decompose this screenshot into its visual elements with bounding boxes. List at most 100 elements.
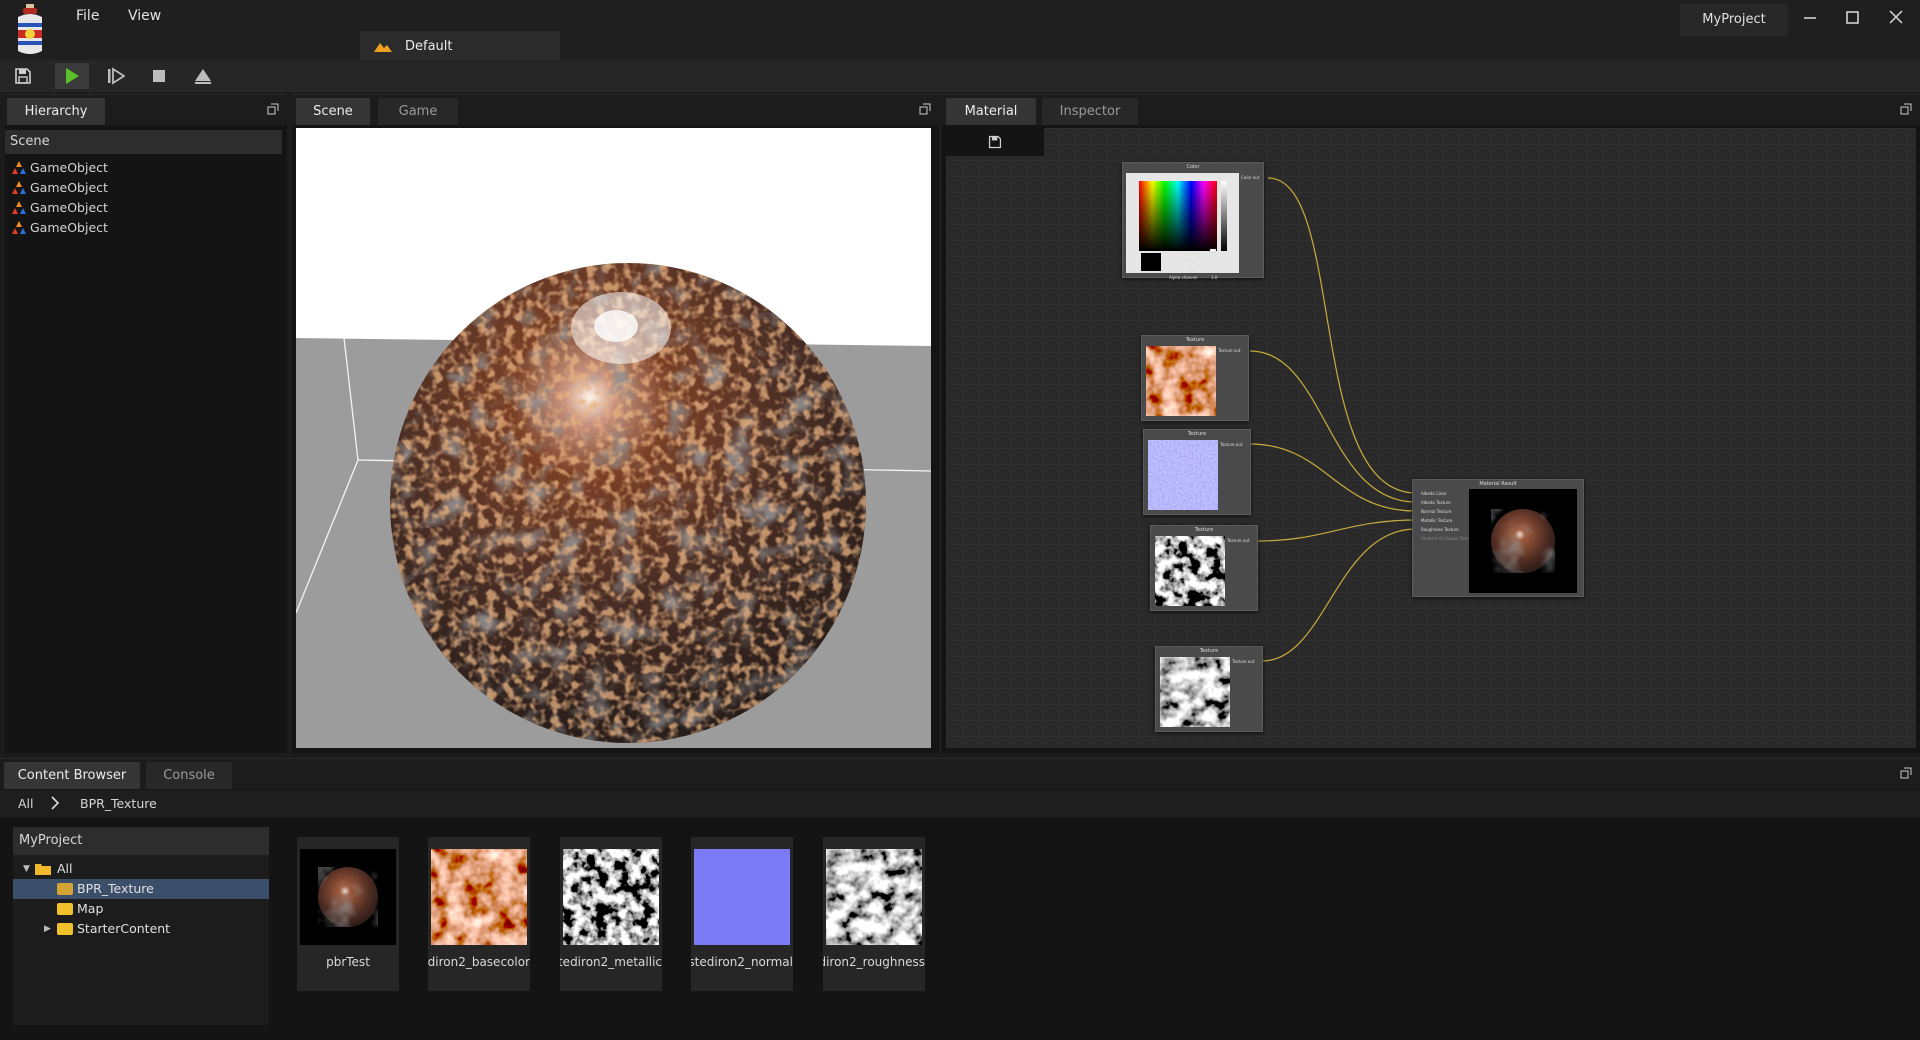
hierarchy-tabstrip: Hierarchy	[5, 95, 287, 125]
basecolor-preview	[1146, 346, 1216, 416]
app-logo	[12, 3, 48, 57]
gameobject-icon	[12, 181, 26, 195]
texture-out-port[interactable]: Texture out	[1232, 659, 1254, 664]
stop-button[interactable]	[142, 63, 176, 89]
play-button[interactable]	[55, 63, 89, 89]
layout-tab-label: Default	[405, 39, 453, 54]
breadcrumb-all[interactable]: All	[18, 796, 34, 811]
hierarchy-item[interactable]: GameObject	[8, 198, 278, 218]
popout-icon[interactable]	[267, 103, 279, 115]
input-metallic-texture[interactable]: Metallic Texture	[1421, 518, 1452, 523]
tree-item-all[interactable]: ▼ All	[13, 859, 269, 879]
hierarchy-list: GameObject GameObject GameObject GameObj…	[8, 158, 278, 238]
save-icon	[988, 135, 1002, 149]
landscape-icon	[374, 40, 392, 52]
hierarchy-item[interactable]: GameObject	[8, 218, 278, 238]
tab-material[interactable]: Material	[946, 98, 1036, 125]
asset-label: rustediron2_normal	[691, 955, 793, 969]
popout-icon[interactable]	[1900, 767, 1912, 779]
texture-node-roughness[interactable]: Texture Texture out	[1155, 646, 1263, 732]
color-value-red[interactable]: 0	[1212, 251, 1215, 256]
step-button[interactable]	[99, 63, 133, 89]
tab-content-browser[interactable]: Content Browser	[4, 762, 140, 789]
tab-scene[interactable]: Scene	[296, 98, 370, 125]
asset-grid: pbrTest rustediron2_basecolor rustediron…	[280, 827, 1920, 1039]
asset-label: pbrTest	[326, 955, 370, 969]
node-title: Color	[1186, 164, 1200, 170]
maximize-button[interactable]	[1833, 6, 1873, 28]
normal-thumbnail	[694, 849, 790, 945]
tab-inspector[interactable]: Inspector	[1042, 98, 1138, 125]
material-preview	[1469, 489, 1577, 593]
node-title: Texture	[1187, 431, 1207, 437]
node-title: Texture	[1194, 527, 1214, 533]
minimize-button[interactable]	[1790, 6, 1830, 28]
toolbar	[0, 60, 1920, 92]
folder-open-icon	[35, 864, 51, 875]
input-roughness-texture[interactable]: Roughness Texture	[1421, 527, 1459, 532]
folder-icon	[57, 883, 73, 895]
eject-icon	[195, 69, 211, 84]
hierarchy-item[interactable]: GameObject	[8, 178, 278, 198]
color-value-green[interactable]: 0	[1212, 259, 1215, 264]
folder-icon	[57, 923, 73, 935]
eject-button[interactable]	[186, 63, 220, 89]
input-albedo-color[interactable]: Albedo Color	[1421, 491, 1447, 496]
asset-label: rustediron2_roughness	[823, 955, 925, 969]
breadcrumb: All BPR_Texture	[0, 790, 1920, 818]
step-icon	[108, 67, 125, 85]
texture-node-metallic[interactable]: Texture Texture out	[1150, 525, 1258, 611]
expanded-arrow-icon[interactable]: ▼	[23, 859, 33, 879]
collapsed-arrow-icon[interactable]: ▶	[44, 919, 54, 939]
tree-header[interactable]: MyProject	[13, 827, 269, 855]
input-ao-texture[interactable]: Ambient Occlusion Texture	[1421, 536, 1474, 541]
menu-view[interactable]: View	[124, 8, 165, 24]
material-result-node[interactable]: Material Result Albedo Color Albedo Text…	[1412, 479, 1584, 597]
metallic-preview	[1155, 536, 1225, 606]
asset-tile[interactable]: rustediron2_roughness	[823, 837, 925, 991]
asset-tile[interactable]: rustediron2_normal	[691, 837, 793, 991]
gameobject-icon	[12, 221, 26, 235]
scene-viewport[interactable]	[296, 128, 931, 748]
texture-out-port[interactable]: Texture out	[1227, 538, 1249, 543]
hierarchy-item-label: GameObject	[30, 220, 108, 235]
gameobject-icon	[12, 201, 26, 215]
rusted-sphere	[390, 263, 866, 743]
project-name: MyProject	[1680, 4, 1788, 36]
material-save-button[interactable]	[946, 128, 1044, 156]
tree-item-startercontent[interactable]: ▶ StarterContent	[13, 919, 269, 939]
color-value-alpha[interactable]: 1.0	[1211, 275, 1217, 280]
tree-item-bpr-texture[interactable]: BPR_Texture	[13, 879, 269, 899]
texture-node-normal[interactable]: Texture Texture out	[1143, 429, 1251, 515]
tab-console[interactable]: Console	[146, 762, 232, 789]
asset-tile[interactable]: rustediron2_basecolor	[428, 837, 530, 991]
texture-out-port[interactable]: Texture out	[1218, 348, 1240, 353]
color-picker[interactable]	[1126, 173, 1239, 273]
color-value-blue[interactable]: 0	[1212, 267, 1215, 272]
material-node-graph[interactable]: Color Red Green Blue Alpha channel 0 0 0…	[946, 128, 1916, 748]
node-title: Texture	[1199, 648, 1219, 654]
tab-game[interactable]: Game	[378, 98, 458, 125]
input-albedo-texture[interactable]: Albedo Texture	[1421, 500, 1451, 505]
asset-tile[interactable]: rustediron2_metallic	[560, 837, 662, 991]
popout-icon[interactable]	[1900, 103, 1912, 115]
save-button[interactable]	[6, 63, 40, 89]
scene-header[interactable]: Scene	[5, 130, 282, 154]
menu-file[interactable]: File	[72, 8, 103, 24]
hierarchy-item[interactable]: GameObject	[8, 158, 278, 178]
input-normal-texture[interactable]: Normal Texture	[1421, 509, 1451, 514]
tree-item-map[interactable]: Map	[13, 899, 269, 919]
color-node[interactable]: Color Red Green Blue Alpha channel 0 0 0…	[1122, 162, 1264, 280]
color-out-port[interactable]: Color out	[1241, 175, 1259, 180]
popout-icon[interactable]	[919, 103, 931, 115]
texture-node-basecolor[interactable]: Texture Texture out	[1141, 335, 1249, 421]
metallic-thumbnail	[563, 849, 659, 945]
breadcrumb-bpr-texture[interactable]: BPR_Texture	[80, 796, 157, 811]
asset-label: rustediron2_basecolor	[428, 955, 530, 969]
asset-tile[interactable]: pbrTest	[297, 837, 399, 991]
color-field-alpha: Alpha channel	[1169, 275, 1198, 280]
close-button[interactable]	[1876, 6, 1916, 28]
tab-hierarchy[interactable]: Hierarchy	[7, 98, 105, 125]
texture-out-port[interactable]: Texture out	[1220, 442, 1242, 447]
layout-tab-default[interactable]: Default	[360, 31, 560, 61]
